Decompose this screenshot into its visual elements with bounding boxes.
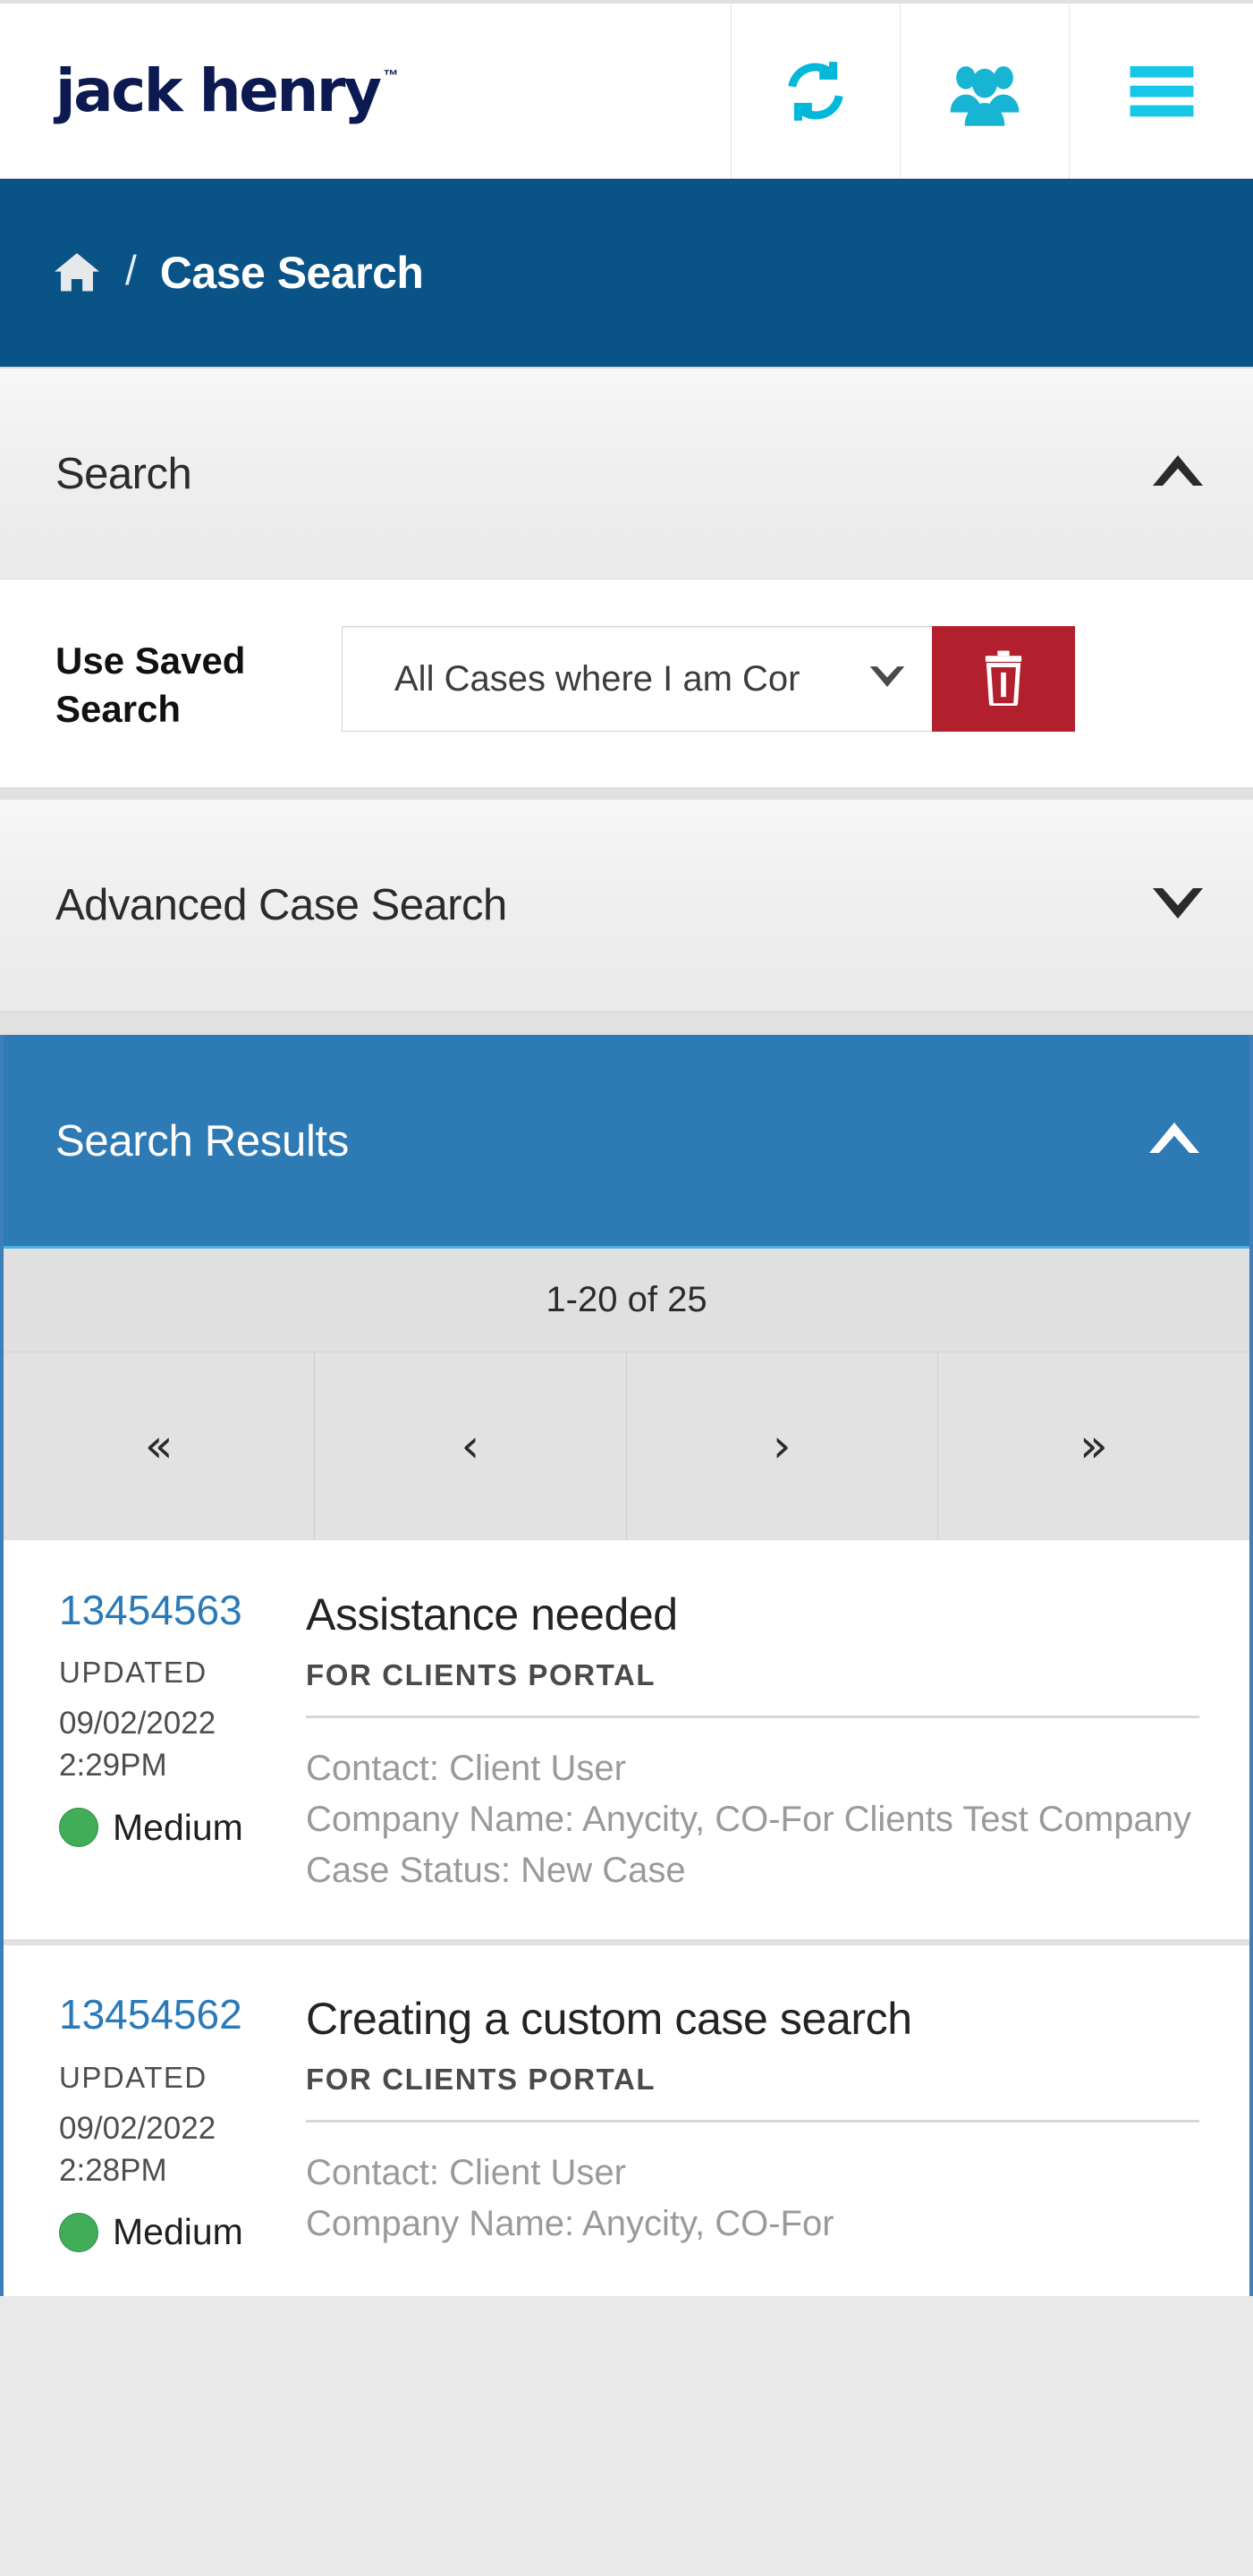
result-card-details: Creating a custom case search FOR CLIENT… xyxy=(279,1992,1199,2253)
updated-timestamp: 09/02/2022 2:29PM xyxy=(59,1706,216,1784)
case-subject: Assistance needed xyxy=(306,1589,678,1640)
pagination-prev-button[interactable]: ‹ xyxy=(315,1352,627,1540)
results-gap xyxy=(0,1011,1253,1035)
double-chevron-right-icon: » xyxy=(1079,1419,1108,1473)
breadcrumb-separator: / xyxy=(125,247,137,293)
chevron-up-icon[interactable] xyxy=(1146,1119,1203,1163)
refresh-icon xyxy=(778,54,853,129)
chevron-up-icon[interactable] xyxy=(1149,452,1206,496)
saved-search-control: All Cases where I am Cor xyxy=(263,626,1198,732)
page-root: jack henry ™ / Case Search Search Use Sa… xyxy=(0,0,1253,2576)
search-accordion-header[interactable]: Search xyxy=(0,367,1253,580)
case-number-link[interactable]: 13454562 xyxy=(59,1992,267,2038)
breadcrumb: / Case Search xyxy=(0,179,1253,367)
trash-icon xyxy=(980,650,1027,708)
search-results-header[interactable]: Search Results xyxy=(4,1034,1249,1246)
pagination-controls: « ‹ › » xyxy=(4,1351,1249,1540)
home-icon[interactable] xyxy=(52,250,102,295)
case-contact: Contact: Client User xyxy=(306,2153,626,2193)
refresh-button[interactable] xyxy=(732,4,901,178)
hamburger-menu-icon xyxy=(1127,64,1197,119)
advanced-search-accordion-header[interactable]: Advanced Case Search xyxy=(0,798,1253,1012)
result-card-details: Assistance needed FOR CLIENTS PORTAL Con… xyxy=(279,1588,1199,1897)
search-results-panel: Search Results 1-20 of 25 « ‹ › » 134545… xyxy=(0,1034,1253,2297)
case-subject: Creating a custom case search xyxy=(306,1994,912,2045)
trademark-symbol: ™ xyxy=(383,66,399,84)
menu-button[interactable] xyxy=(1070,4,1253,178)
panel-gap xyxy=(0,787,1253,799)
chevron-down-icon[interactable] xyxy=(1149,883,1206,927)
advanced-search-title: Advanced Case Search xyxy=(55,880,507,929)
app-header: jack henry ™ xyxy=(0,0,1253,179)
priority-dot-icon xyxy=(59,1808,98,1848)
search-results-title: Search Results xyxy=(55,1116,350,1165)
updated-timestamp: 09/02/2022 2:28PM xyxy=(59,2110,216,2188)
pagination-first-button[interactable]: « xyxy=(4,1352,316,1540)
search-panel: Search Use Saved Search All Cases where … xyxy=(0,367,1253,788)
priority-dot-icon xyxy=(59,2212,98,2252)
pagination-next-button[interactable]: › xyxy=(626,1352,938,1540)
pagination-last-button[interactable]: » xyxy=(937,1352,1249,1540)
priority-badge: Medium xyxy=(59,1807,267,1849)
chevron-left-icon: ‹ xyxy=(461,1419,480,1473)
brand-logo-area[interactable]: jack henry ™ xyxy=(0,4,732,178)
advanced-search-panel: Advanced Case Search xyxy=(0,798,1253,1012)
page-title: Case Search xyxy=(159,248,424,298)
pagination-count: 1-20 of 25 xyxy=(4,1245,1249,1352)
saved-search-label: Use Saved Search xyxy=(55,640,246,730)
updated-label: UPDATED xyxy=(59,2060,207,2094)
priority-label: Medium xyxy=(113,2211,243,2253)
result-card[interactable]: 13454562 UPDATED 09/02/2022 2:28PM Mediu… xyxy=(4,1939,1249,2297)
chevron-right-icon: › xyxy=(772,1419,792,1473)
users-button[interactable] xyxy=(901,4,1070,178)
case-contact: Contact: Client User xyxy=(306,1748,626,1788)
double-chevron-left-icon: « xyxy=(144,1419,174,1473)
case-company: Company Name: Anycity, CO-For xyxy=(306,2204,834,2244)
search-accordion-title: Search xyxy=(55,449,192,498)
delete-saved-search-button[interactable] xyxy=(932,626,1075,732)
case-number-link[interactable]: 13454563 xyxy=(59,1587,267,1633)
users-icon xyxy=(944,54,1026,129)
jack-henry-logo[interactable]: jack henry ™ xyxy=(55,55,399,125)
priority-label: Medium xyxy=(113,1806,243,1848)
priority-badge: Medium xyxy=(59,2211,267,2253)
case-status: Case Status: New Case xyxy=(306,1850,686,1890)
result-card-summary: 13454562 UPDATED 09/02/2022 2:28PM Mediu… xyxy=(59,1992,279,2253)
brand-name: jack henry xyxy=(55,55,382,125)
saved-search-value: All Cases where I am Cor xyxy=(394,658,800,699)
saved-search-select[interactable]: All Cases where I am Cor xyxy=(342,626,933,732)
divider xyxy=(306,2120,1199,2123)
case-product: FOR CLIENTS PORTAL xyxy=(306,2063,656,2097)
chevron-down-icon xyxy=(868,664,907,695)
saved-search-row: Use Saved Search All Cases where I am Co… xyxy=(0,580,1253,788)
case-product: FOR CLIENTS PORTAL xyxy=(306,1657,656,1691)
result-card-summary: 13454563 UPDATED 09/02/2022 2:29PM Mediu… xyxy=(59,1587,279,1897)
case-company: Company Name: Anycity, CO-For Clients Te… xyxy=(306,1799,1191,1839)
divider xyxy=(306,1715,1199,1718)
updated-label: UPDATED xyxy=(59,1656,207,1690)
result-card[interactable]: 13454563 UPDATED 09/02/2022 2:29PM Mediu… xyxy=(4,1539,1249,1940)
